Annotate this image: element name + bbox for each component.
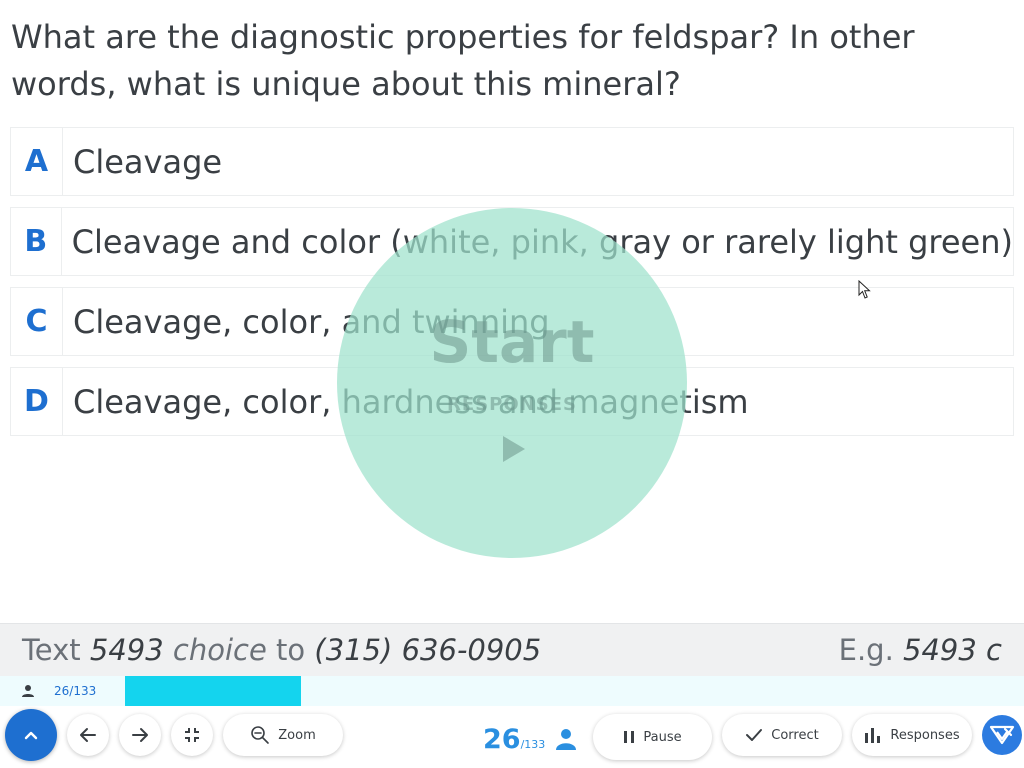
total-questions: /133 <box>520 738 546 751</box>
responses-button[interactable]: Responses <box>852 714 972 756</box>
previous-button[interactable] <box>67 714 109 756</box>
text-instructions-bar: Text 5493 choice to (315) 636-0905 E.g. … <box>0 623 1024 676</box>
choice-letter: A <box>11 128 63 195</box>
presenter-toolbar: Zoom 26 /133 Pause Correct Responses <box>0 706 1024 768</box>
response-count: 26/133 <box>54 684 97 698</box>
responses-label: Responses <box>890 727 960 743</box>
logo-icon <box>989 725 1015 745</box>
bar-chart-icon <box>865 728 881 743</box>
chevron-up-icon <box>24 731 38 740</box>
arrow-left-icon <box>80 728 96 742</box>
start-label: Start <box>429 308 595 376</box>
choice-letter: D <box>11 368 63 435</box>
participant-icon <box>556 729 576 750</box>
mouse-cursor-icon <box>858 280 871 299</box>
choice-letter: B <box>11 208 62 275</box>
question-title: What are the diagnostic properties for f… <box>11 18 915 103</box>
play-icon <box>503 436 525 462</box>
pause-icon <box>624 731 635 743</box>
choice-letter: C <box>11 288 63 355</box>
correct-button[interactable]: Correct <box>722 714 842 756</box>
choice-a[interactable]: A Cleavage <box>10 127 1014 196</box>
current-question-number: 26 <box>483 724 521 755</box>
text-example: E.g. 5493 c <box>838 633 1002 667</box>
arrow-right-icon <box>132 728 148 742</box>
zoom-button[interactable]: Zoom <box>223 714 343 756</box>
text-instructions: Text 5493 choice to (315) 636-0905 <box>22 633 542 667</box>
start-sublabel: RESPONSES <box>447 394 577 415</box>
app-logo-button[interactable] <box>982 715 1022 755</box>
choice-text: Cleavage <box>73 142 223 181</box>
progress-fill <box>125 676 301 706</box>
next-button[interactable] <box>119 714 161 756</box>
expand-toolbar-button[interactable] <box>5 709 57 761</box>
checkmark-icon <box>746 729 763 741</box>
correct-label: Correct <box>771 727 819 743</box>
compress-icon <box>185 728 199 742</box>
zoom-out-icon <box>251 726 270 744</box>
zoom-label: Zoom <box>278 727 316 743</box>
pause-button[interactable]: Pause <box>593 714 712 760</box>
start-button[interactable]: Start RESPONSES <box>337 208 687 558</box>
exit-fullscreen-button[interactable] <box>171 714 213 756</box>
person-icon <box>22 685 34 697</box>
pause-label: Pause <box>643 729 682 745</box>
response-progress-bar: 26/133 <box>0 676 1024 706</box>
question-counter: 26 /133 <box>483 724 545 755</box>
